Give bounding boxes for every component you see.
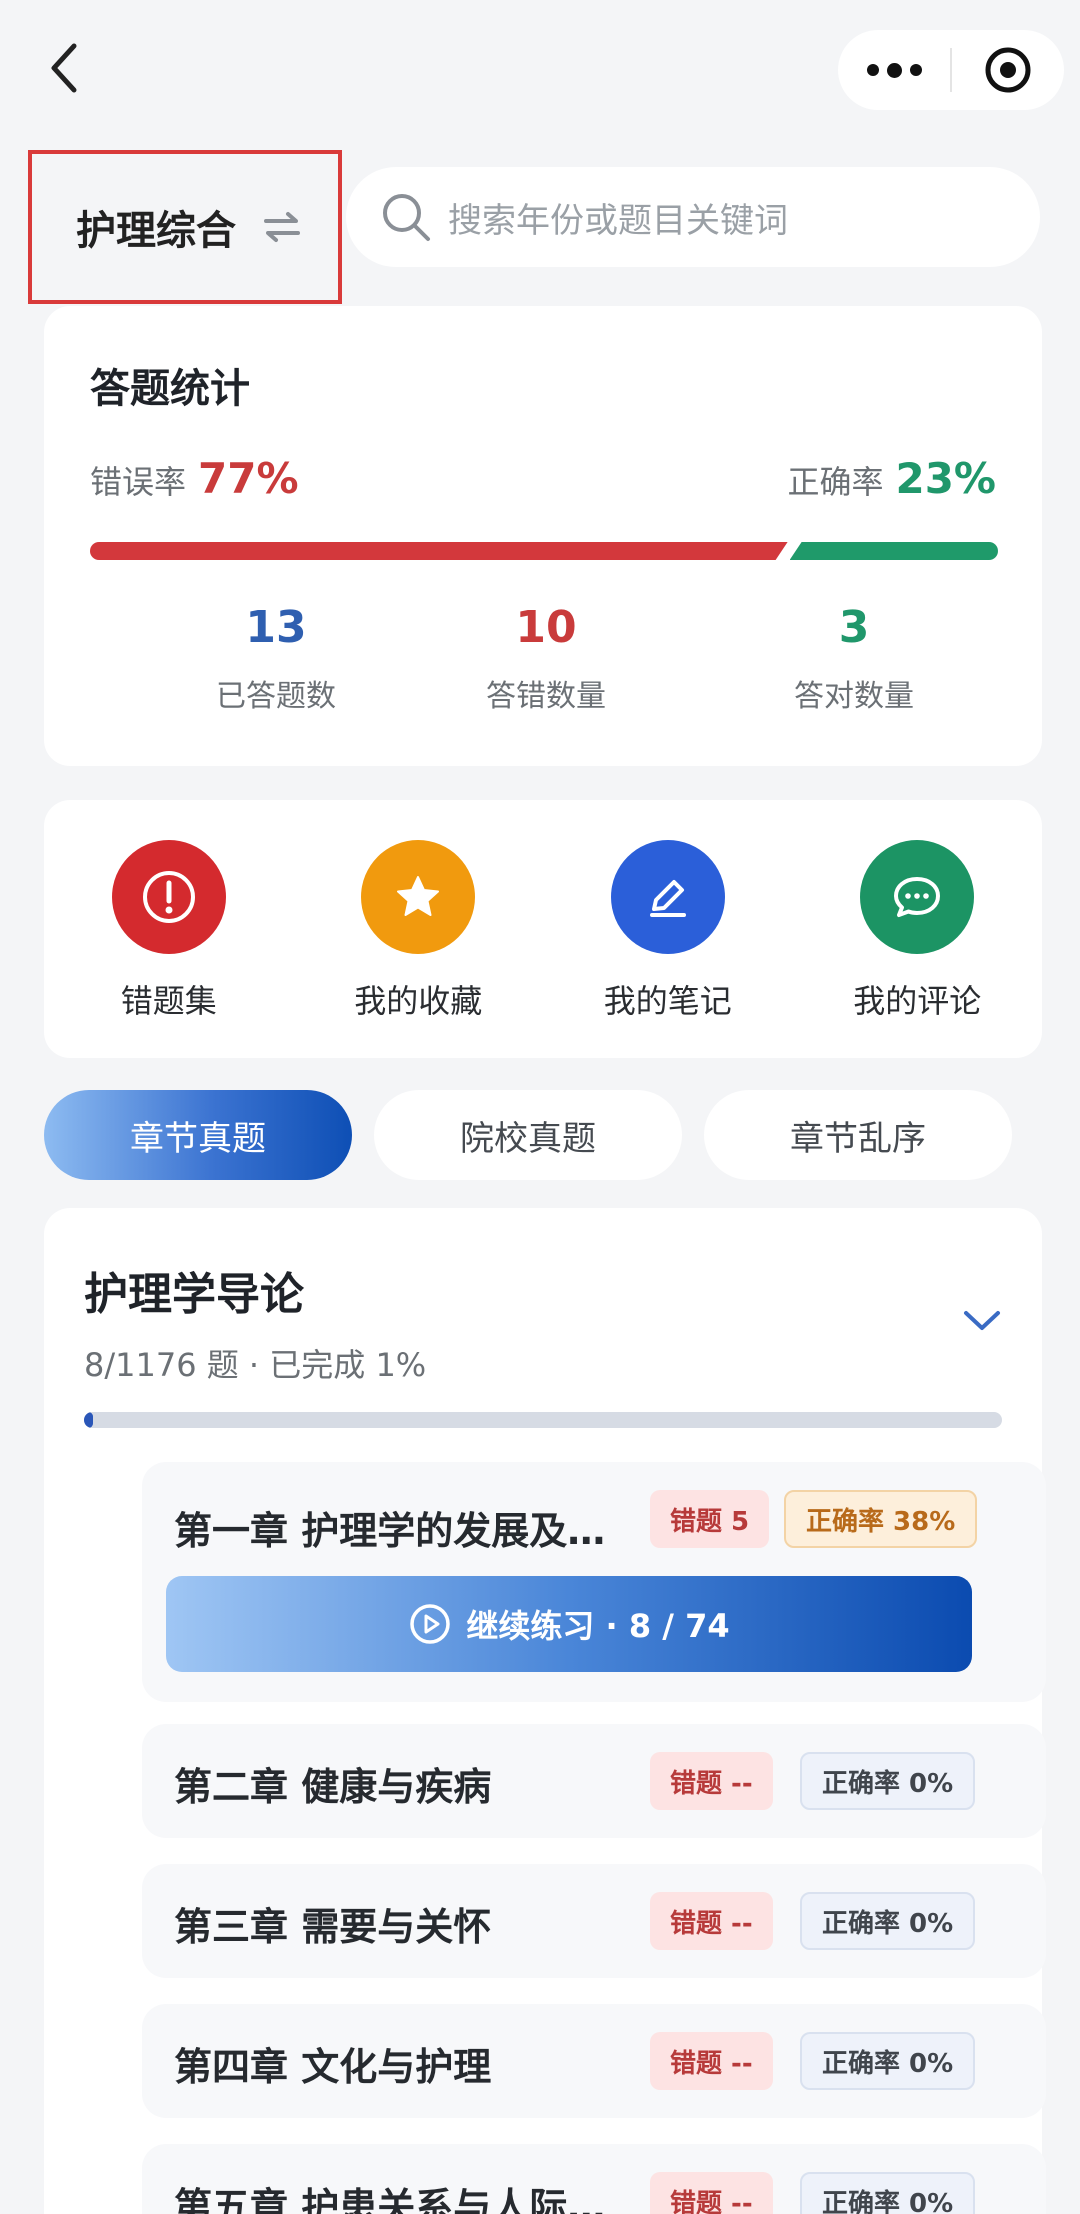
section-progress (84, 1412, 1002, 1428)
chapter-name: 第三章 需要与关怀 (174, 1905, 492, 1949)
right-count: 3 答对数量 (734, 602, 974, 715)
favorites-button[interactable]: 我的收藏 (294, 800, 544, 1058)
stats-title: 答题统计 (90, 366, 250, 412)
answered-value: 13 (245, 602, 307, 653)
rate-tag: 正确率 0% (800, 2172, 976, 2214)
answered-label: 已答题数 (216, 679, 336, 714)
comments-button[interactable]: 我的评论 (793, 800, 1043, 1058)
action-label: 我的评论 (853, 982, 982, 1020)
tab-school-exams[interactable]: 院校真题 (374, 1090, 682, 1180)
search-bar[interactable]: 搜索年份或题目关键词 (346, 167, 1040, 267)
error-tag: 错题 5 (650, 1490, 770, 1548)
chapter-item[interactable]: 第三章 需要与关怀 错题 -- 正确率 0% (142, 1864, 1046, 1978)
chapter-name: 第五章 护患关系与人际… (174, 2185, 606, 2214)
rate-tag: 正确率 0% (800, 1752, 976, 1810)
error-rate-bar (90, 542, 788, 560)
correct-rate-value: 23% (895, 454, 996, 503)
action-label: 我的收藏 (354, 982, 483, 1020)
quick-actions: 错题集 我的收藏 我的笔记 我的评论 (44, 800, 1042, 1058)
chapter-item[interactable]: 第一章 护理学的发展及… 错题 5 正确率 38% 继续练习 · 8 / 74 (142, 1462, 1046, 1702)
tab-chapter-shuffle[interactable]: 章节乱序 (704, 1090, 1012, 1180)
error-tag: 错题 -- (650, 2032, 773, 2090)
right-label: 答对数量 (794, 679, 914, 714)
wrong-count: 10 答错数量 (426, 602, 666, 715)
chevron-left-icon (51, 43, 77, 93)
target-circle-icon[interactable] (952, 30, 1064, 110)
wrong-value: 10 (515, 602, 577, 653)
section-progress-fill (84, 1412, 94, 1428)
chapter-name: 第一章 护理学的发展及… (174, 1509, 606, 1553)
highlight-box (28, 150, 342, 304)
error-tag: 错题 -- (650, 1892, 773, 1950)
error-rate: 错误率 77% (90, 454, 299, 503)
more-dots-icon[interactable] (838, 30, 950, 110)
error-tag: 错题 -- (650, 1752, 773, 1810)
comment-icon (860, 840, 975, 954)
pencil-icon (610, 840, 725, 954)
star-icon (361, 840, 476, 954)
rate-tag: 正确率 38% (784, 1490, 978, 1548)
error-rate-label: 错误率 (90, 463, 187, 501)
notes-button[interactable]: 我的笔记 (543, 800, 793, 1058)
chapter-name: 第四章 文化与护理 (174, 2045, 492, 2089)
right-value: 3 (838, 602, 870, 653)
chapter-item[interactable]: 第二章 健康与疾病 错题 -- 正确率 0% (142, 1724, 1046, 1838)
chapter-item[interactable]: 第四章 文化与护理 错题 -- 正确率 0% (142, 2004, 1046, 2118)
action-label: 我的笔记 (603, 982, 732, 1020)
wrong-label: 答错数量 (486, 679, 606, 714)
continue-label: 继续练习 · 8 / 74 (466, 1607, 730, 1645)
error-tag: 错题 -- (650, 2172, 773, 2214)
search-placeholder: 搜索年份或题目关键词 (448, 200, 788, 241)
rate-tag: 正确率 0% (800, 2032, 976, 2090)
action-label: 错题集 (120, 982, 217, 1020)
answered-count: 13 已答题数 (156, 602, 396, 715)
alert-circle-icon (111, 840, 226, 954)
chapter-section: 护理学导论 8/1176 题 · 已完成 1% 第一章 护理学的发展及… 错题 … (44, 1208, 1046, 2214)
section-meta: 8/1176 题 · 已完成 1% (84, 1346, 427, 1384)
correct-rate-bar (789, 542, 998, 560)
chapter-name: 第二章 健康与疾病 (174, 1765, 492, 1809)
error-rate-value: 77% (198, 454, 299, 503)
wrong-questions-button[interactable]: 错题集 (44, 800, 294, 1058)
stats-card: 答题统计 错误率 77% 正确率 23% 13 已答题数 10 答错数量 3 答… (44, 306, 1042, 766)
tab-chapter-exams[interactable]: 章节真题 (44, 1090, 352, 1180)
chapter-item[interactable]: 第五章 护患关系与人际… 错题 -- 正确率 0% (142, 2144, 1046, 2214)
play-circle-icon (410, 1604, 451, 1644)
correct-rate-label: 正确率 (787, 463, 884, 501)
section-title: 护理学导论 (84, 1269, 304, 1320)
capsule-menu (838, 30, 1064, 110)
correct-rate: 正确率 23% (787, 454, 996, 503)
continue-button[interactable]: 继续练习 · 8 / 74 (166, 1576, 972, 1672)
rate-tag: 正确率 0% (800, 1892, 976, 1950)
back-button[interactable] (40, 38, 90, 98)
chevron-down-icon[interactable] (962, 1308, 1002, 1334)
search-icon (383, 194, 430, 241)
rate-bar (90, 542, 998, 560)
